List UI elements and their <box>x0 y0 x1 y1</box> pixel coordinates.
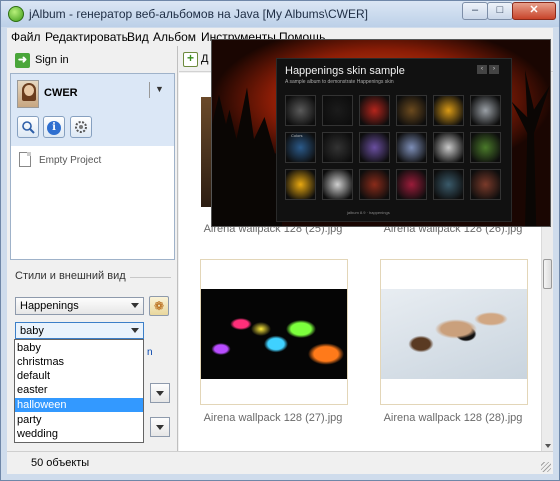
preview-thumbnail <box>470 132 501 163</box>
search-button[interactable] <box>17 116 39 138</box>
app-window: jAlbum - генератор веб-альбомов на Java … <box>0 0 560 481</box>
status-bar: 50 объекты <box>7 451 553 474</box>
gears-icon <box>75 121 87 133</box>
user-menu-chevron-icon[interactable]: ▼ <box>155 84 164 94</box>
avatar <box>17 80 39 108</box>
chevron-down-icon <box>131 328 139 333</box>
preview-next-icon: › <box>489 65 499 74</box>
settings-button[interactable] <box>70 116 92 138</box>
preview-thumbnail <box>322 132 353 163</box>
preview-prev-icon: ‹ <box>477 65 487 74</box>
style-dropdown-list: baby christmas default easter halloween … <box>14 339 144 443</box>
dropdown-option[interactable]: baby <box>15 341 143 355</box>
add-label[interactable]: Д <box>201 53 208 65</box>
menu-file[interactable]: Файл <box>11 30 41 44</box>
preview-album-frame: Happenings skin sample A sample album to… <box>276 58 512 222</box>
divider <box>149 82 150 98</box>
preview-thumbnail <box>470 95 501 126</box>
dropdown-option[interactable]: party <box>15 413 143 427</box>
preview-tile-label: Colors <box>291 133 303 138</box>
sign-in-button[interactable]: ➜ Sign in <box>15 52 165 70</box>
magnifier-icon <box>22 121 35 134</box>
status-text: 50 объекты <box>31 457 90 469</box>
user-area: CWER ▼ i <box>11 74 174 146</box>
user-name: CWER <box>44 87 78 99</box>
preview-thumbnail <box>285 169 316 200</box>
resize-grip-icon[interactable] <box>541 462 551 472</box>
thumbnail-image <box>381 289 527 379</box>
window-title: jAlbum - генератор веб-альбомов на Java … <box>29 7 368 21</box>
skin-preview-popup: Happenings skin sample A sample album to… <box>211 39 551 227</box>
combo-button[interactable] <box>150 383 170 403</box>
thumbnail-card[interactable] <box>380 259 528 405</box>
star-icon: ❁ <box>153 299 165 313</box>
preview-thumbnail <box>359 95 390 126</box>
minimize-button[interactable]: – <box>462 2 488 20</box>
left-panel: ➜ Sign in CWER ▼ i Empty Project Стили и… <box>7 46 178 451</box>
preview-thumbnail <box>322 169 353 200</box>
chevron-down-icon <box>156 391 164 396</box>
jalbum-logo-icon <box>8 6 24 22</box>
menu-view[interactable]: Вид <box>127 30 149 44</box>
preview-thumbnail <box>396 132 427 163</box>
preview-thumbnail <box>359 169 390 200</box>
preview-thumbnail <box>470 169 501 200</box>
chevron-down-icon <box>131 303 139 308</box>
arrow-right-icon: ➜ <box>15 53 30 68</box>
project-label: Empty Project <box>39 155 102 166</box>
preview-subtitle: A sample album to demonstrate Happenings… <box>285 79 394 85</box>
sign-in-label: Sign in <box>35 54 69 66</box>
preview-thumbnail <box>322 95 353 126</box>
preview-thumbnail <box>396 95 427 126</box>
preview-thumbnail <box>396 169 427 200</box>
close-button[interactable]: ✕ <box>512 2 556 20</box>
title-bar[interactable]: jAlbum - генератор веб-альбомов на Java … <box>1 1 559 27</box>
preview-title: Happenings skin sample <box>285 65 405 77</box>
menu-edit[interactable]: Редактировать <box>45 30 128 44</box>
style-select[interactable]: baby <box>15 322 144 339</box>
skin-value: Happenings <box>20 300 79 312</box>
combo-button[interactable] <box>150 417 170 437</box>
style-value: baby <box>20 325 44 337</box>
document-icon <box>19 152 31 167</box>
dropdown-option[interactable]: easter <box>15 383 143 397</box>
more-link[interactable]: n <box>147 347 153 358</box>
preview-thumbnail <box>433 95 464 126</box>
chevron-down-icon <box>156 425 164 430</box>
preview-thumbnail <box>359 132 390 163</box>
styles-section-header: Стили и внешний вид <box>15 270 171 284</box>
preview-thumbnail <box>433 132 464 163</box>
dropdown-option[interactable]: default <box>15 369 143 383</box>
preview-thumbnail <box>433 169 464 200</box>
skin-select[interactable]: Happenings <box>15 297 144 315</box>
skin-settings-button[interactable]: ❁ <box>149 296 169 316</box>
dropdown-option-highlighted[interactable]: halloween <box>15 398 143 412</box>
thumbnail-image <box>201 289 347 379</box>
info-icon: i <box>47 121 61 135</box>
preview-thumbnail <box>285 95 316 126</box>
dropdown-option[interactable]: christmas <box>15 355 143 369</box>
add-images-icon[interactable] <box>183 51 198 67</box>
dropdown-option[interactable]: wedding <box>15 427 143 441</box>
preview-footer: jalbum 8.9 · happenings <box>347 210 390 215</box>
thumbnail-caption: Airena wallpack 128 (27).jpg <box>203 412 343 424</box>
info-button[interactable]: i <box>43 116 65 138</box>
menu-album[interactable]: Альбом <box>153 30 196 44</box>
scroll-down-icon[interactable] <box>545 444 551 448</box>
maximize-button[interactable]: □ <box>487 2 513 20</box>
scroll-thumb[interactable] <box>543 259 552 289</box>
project-panel: CWER ▼ i Empty Project <box>10 73 175 260</box>
styles-section-title: Стили и внешний вид <box>15 270 130 282</box>
thumbnail-caption: Airena wallpack 128 (28).jpg <box>383 412 523 424</box>
thumbnail-card[interactable] <box>200 259 348 405</box>
